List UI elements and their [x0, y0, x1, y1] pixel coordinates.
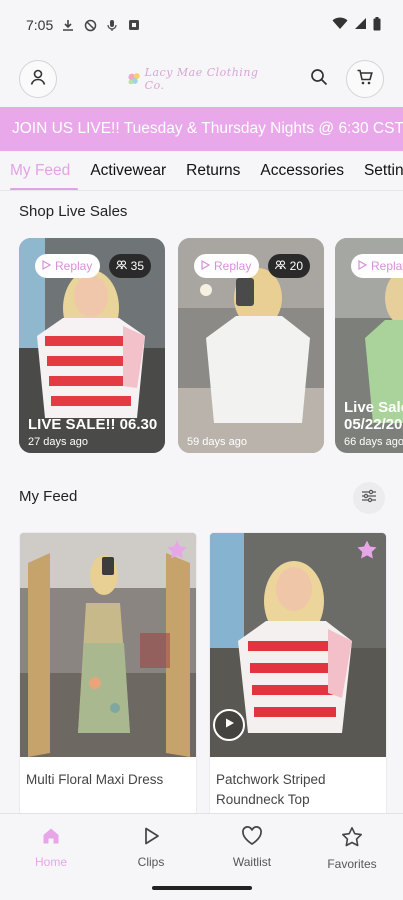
feed-product-card[interactable]: Patchwork Striped Roundneck Top — [210, 533, 386, 823]
viewers-icon — [115, 259, 127, 273]
nav-home[interactable]: Home — [11, 826, 91, 869]
flower-logo-icon — [128, 73, 140, 85]
nav-favorites[interactable]: Favorites — [312, 826, 392, 871]
tab-settings[interactable]: Settings — [354, 151, 403, 190]
battery-icon — [373, 16, 381, 34]
signal-icon — [354, 17, 367, 33]
play-outline-icon — [200, 259, 211, 273]
sliders-icon — [361, 489, 377, 508]
filter-button[interactable] — [353, 482, 385, 514]
product-image — [20, 533, 196, 757]
download-icon — [61, 18, 75, 32]
live-sales-carousel[interactable]: Replay 35 LIVE SALE!! 06.30 27 days ago … — [19, 238, 403, 453]
live-sale-card[interactable]: Replay 20 59 days ago — [178, 238, 324, 453]
search-button[interactable] — [306, 66, 332, 92]
favorite-star-icon[interactable] — [166, 539, 188, 566]
favorite-star-icon[interactable] — [356, 539, 378, 566]
search-icon — [310, 68, 328, 91]
star-icon — [341, 826, 363, 851]
play-outline-icon — [141, 826, 161, 849]
brand-logo: Lacy Mae Clothing Co. — [125, 64, 280, 94]
app-header: Lacy Mae Clothing Co. — [0, 56, 403, 102]
cart-icon — [356, 68, 374, 91]
tab-my-feed[interactable]: My Feed — [0, 151, 80, 190]
home-icon — [41, 826, 61, 849]
shop-live-sales-heading: Shop Live Sales — [19, 203, 128, 220]
gesture-home-indicator[interactable] — [152, 886, 252, 890]
status-time: 7:05 — [26, 17, 54, 33]
play-outline-icon — [357, 259, 368, 273]
tab-accessories[interactable]: Accessories — [250, 151, 354, 190]
product-name: Patchwork Striped Roundneck Top — [216, 772, 326, 807]
viewers-icon — [274, 259, 286, 273]
cart-button[interactable] — [346, 60, 384, 98]
video-play-button[interactable] — [213, 709, 245, 741]
category-tabs: My Feed Activewear Returns Accessories S… — [0, 151, 403, 191]
account-button[interactable] — [19, 60, 57, 98]
play-icon — [223, 716, 235, 734]
mic-off-icon — [105, 18, 119, 32]
blocked-icon — [83, 18, 97, 32]
feed-product-card[interactable]: Multi Floral Maxi Dress — [20, 533, 196, 823]
play-outline-icon — [41, 259, 52, 273]
banner-text: JOIN US LIVE!! Tuesday & Thursday Nights… — [12, 120, 403, 137]
nav-clips[interactable]: Clips — [111, 826, 191, 869]
nav-waitlist[interactable]: Waitlist — [212, 826, 292, 869]
replay-badge[interactable]: Replay — [35, 254, 101, 278]
status-bar: 7:05 — [0, 0, 403, 50]
tab-activewear[interactable]: Activewear — [80, 151, 176, 190]
my-feed-heading: My Feed — [19, 488, 78, 505]
live-sale-age: 66 days ago — [344, 436, 403, 448]
live-sale-age: 59 days ago — [187, 436, 247, 448]
replay-badge[interactable]: Replay — [351, 254, 403, 278]
wifi-icon — [332, 17, 348, 33]
heart-icon — [241, 826, 263, 849]
app-notification-icon — [127, 18, 141, 32]
live-announcement-banner[interactable]: JOIN US LIVE!! Tuesday & Thursday Nights… — [0, 107, 403, 151]
live-sale-title: LIVE SALE!! 06.30 — [28, 416, 158, 433]
live-sale-age: 27 days ago — [28, 436, 88, 448]
tab-returns[interactable]: Returns — [176, 151, 250, 190]
live-sale-card[interactable]: Replay 35 LIVE SALE!! 06.30 27 days ago — [19, 238, 165, 453]
live-sale-card[interactable]: Replay Live Sale 05/22/2024 66 days ago — [335, 238, 403, 453]
viewer-count-badge: 35 — [108, 254, 151, 278]
viewer-count-badge: 20 — [267, 254, 310, 278]
product-name: Multi Floral Maxi Dress — [26, 772, 164, 787]
user-icon — [29, 68, 47, 91]
live-sale-title: Live Sale 05/22/2024 — [344, 399, 403, 433]
replay-badge[interactable]: Replay — [194, 254, 260, 278]
